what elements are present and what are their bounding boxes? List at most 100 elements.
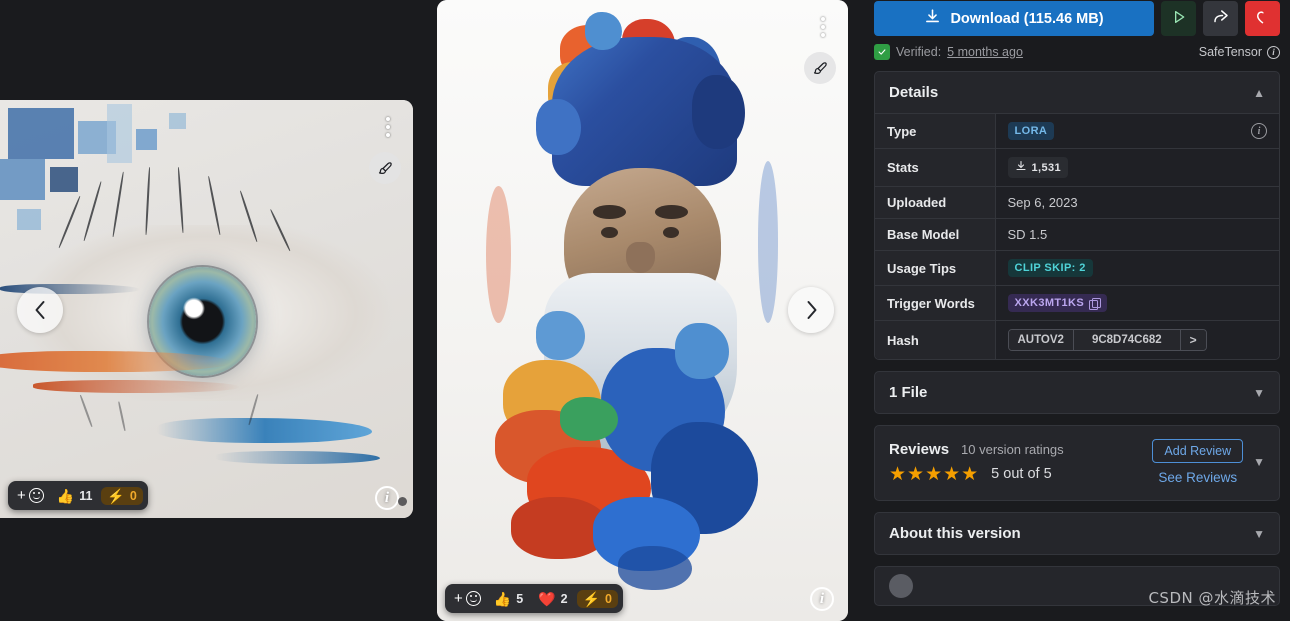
details-panel-title: Details [889, 84, 939, 101]
see-reviews-link[interactable]: See Reviews [1158, 470, 1237, 485]
trigger-word-badge[interactable]: XXK3MT1KS [1007, 294, 1108, 312]
wizard-artwork [437, 0, 848, 621]
action-toolbar: Download (115.46 MB) [874, 0, 1280, 36]
row-key: Usage Tips [875, 250, 996, 286]
table-row-type: Type LORA i [875, 113, 1279, 149]
copy-icon[interactable] [1089, 297, 1102, 310]
creator-card[interactable] [874, 566, 1280, 606]
thumbs-up-icon: 👍 [493, 590, 512, 607]
dots-vertical-icon[interactable] [818, 14, 828, 40]
reviews-panel: Reviews 10 version ratings ★★★★★ 5 out o… [874, 425, 1280, 501]
hash-algorithm: AUTOV2 [1008, 330, 1073, 350]
download-button-label: Download (115.46 MB) [950, 10, 1104, 27]
reaction-thumbs-up[interactable]: 👍 5 [488, 590, 529, 608]
reaction-bar-left[interactable]: + 👍 11 ⚡ 0 [8, 481, 148, 510]
model-detail-page: i + 👍 11 ⚡ 0 i + 👍 5 ❤️ 2 ⚡ 0 Download (… [0, 0, 1290, 621]
hash-expand-button[interactable]: > [1180, 330, 1206, 350]
row-key: Base Model [875, 218, 996, 251]
smiley-icon [465, 591, 481, 606]
trigger-word-text: XXK3MT1KS [1014, 297, 1085, 309]
reaction-count: 11 [79, 488, 93, 503]
thumbs-up-icon: 👍 [56, 487, 75, 504]
hash-group: AUTOV2 9C8D74C682 > [1007, 329, 1207, 351]
stats-badge[interactable]: 1,531 [1007, 157, 1069, 178]
download-icon [1015, 160, 1027, 175]
type-badge[interactable]: LORA [1007, 122, 1055, 140]
info-icon[interactable]: i [375, 486, 399, 510]
star-rating: ★★★★★ [889, 463, 980, 485]
row-key: Type [875, 113, 996, 149]
gallery-next-button[interactable] [788, 287, 834, 333]
about-version-header[interactable]: About this version ▼ [875, 513, 1279, 554]
row-key: Hash [875, 320, 996, 359]
share-icon [1212, 8, 1230, 29]
reviews-summary: Reviews 10 version ratings ★★★★★ 5 out o… [889, 441, 1142, 484]
avatar [889, 574, 913, 598]
download-button[interactable]: Download (115.46 MB) [874, 1, 1154, 36]
table-row-base-model: Base Model SD 1.5 [875, 218, 1279, 251]
row-key: Stats [875, 148, 996, 187]
lightning-icon: ⚡ [107, 487, 125, 504]
reaction-bar-right[interactable]: + 👍 5 ❤️ 2 ⚡ 0 [445, 584, 623, 613]
reaction-lightning[interactable]: ⚡ 0 [101, 486, 143, 505]
add-reaction-button[interactable]: + [13, 485, 48, 506]
play-icon [1171, 9, 1187, 28]
gallery-item-wizard[interactable]: i + 👍 5 ❤️ 2 ⚡ 0 [437, 0, 848, 621]
details-panel: Details ▲ Type LORA i Stats 1,531 Upload… [874, 71, 1280, 360]
reaction-count: 2 [560, 591, 568, 606]
shield-check-icon [874, 44, 890, 60]
reaction-thumbs-up[interactable]: 👍 11 [51, 487, 99, 505]
add-reaction-button[interactable]: + [450, 588, 485, 609]
info-icon[interactable]: i [1251, 123, 1267, 139]
favorite-button[interactable] [1245, 1, 1280, 36]
reaction-count: 0 [604, 591, 612, 606]
lightning-icon: ⚡ [582, 590, 600, 607]
verified-timestamp[interactable]: 5 months ago [947, 45, 1023, 59]
download-icon [924, 8, 941, 29]
safetensor-indicator: SafeTensor i [1199, 45, 1280, 59]
reviews-title: Reviews [889, 440, 950, 458]
table-row-usage-tips: Usage Tips CLIP SKIP: 2 [875, 250, 1279, 286]
reaction-count: 5 [516, 591, 524, 606]
files-panel: 1 File ▼ [874, 371, 1280, 414]
paintbrush-icon[interactable] [804, 52, 836, 84]
share-button[interactable] [1203, 1, 1238, 36]
add-reaction-plus: + [17, 487, 26, 504]
chevron-down-icon[interactable]: ▼ [1253, 456, 1265, 468]
table-row-stats: Stats 1,531 [875, 148, 1279, 187]
add-review-button[interactable]: Add Review [1152, 439, 1244, 463]
details-table: Type LORA i Stats 1,531 Uploaded Sep 6, … [875, 113, 1279, 359]
details-panel-header[interactable]: Details ▲ [875, 72, 1279, 113]
verified-label: Verified: [896, 45, 942, 59]
reaction-heart[interactable]: ❤️ 2 [532, 590, 573, 608]
download-count: 1,531 [1031, 161, 1062, 174]
chevron-down-icon[interactable]: ▼ [1253, 387, 1265, 399]
info-icon[interactable]: i [1267, 45, 1280, 59]
model-sidebar: Download (115.46 MB) Verified: 5 months … [868, 0, 1290, 621]
row-key: Trigger Words [875, 285, 996, 321]
clip-skip-badge[interactable]: CLIP SKIP: 2 [1007, 259, 1093, 277]
dots-vertical-icon[interactable] [383, 114, 393, 140]
gallery-prev-button[interactable] [17, 287, 63, 333]
table-row-trigger-words: Trigger Words XXK3MT1KS [875, 285, 1279, 321]
reaction-count: 0 [129, 488, 137, 503]
paintbrush-icon[interactable] [369, 152, 401, 184]
smiley-icon [28, 488, 44, 503]
reviews-count: 10 version ratings [961, 441, 1064, 457]
run-model-button[interactable] [1161, 1, 1196, 36]
safetensor-label: SafeTensor [1198, 45, 1262, 59]
chevron-up-icon[interactable]: ▲ [1253, 87, 1265, 99]
table-row-uploaded: Uploaded Sep 6, 2023 [875, 186, 1279, 219]
reaction-lightning[interactable]: ⚡ 0 [576, 589, 618, 608]
info-icon[interactable]: i [810, 587, 834, 611]
verified-row: Verified: 5 months ago SafeTensor i [874, 44, 1280, 60]
base-model-value: SD 1.5 [995, 218, 1279, 251]
rating-score: 5 out of 5 [991, 466, 1052, 482]
files-panel-title: 1 File [889, 384, 928, 401]
image-gallery: i + 👍 11 ⚡ 0 i + 👍 5 ❤️ 2 ⚡ 0 [0, 0, 858, 621]
files-panel-header[interactable]: 1 File ▼ [875, 372, 1279, 413]
add-reaction-plus: + [454, 590, 463, 607]
uploaded-date: Sep 6, 2023 [995, 186, 1279, 219]
hash-value[interactable]: 9C8D74C682 [1072, 330, 1181, 350]
chevron-down-icon[interactable]: ▼ [1253, 528, 1265, 540]
